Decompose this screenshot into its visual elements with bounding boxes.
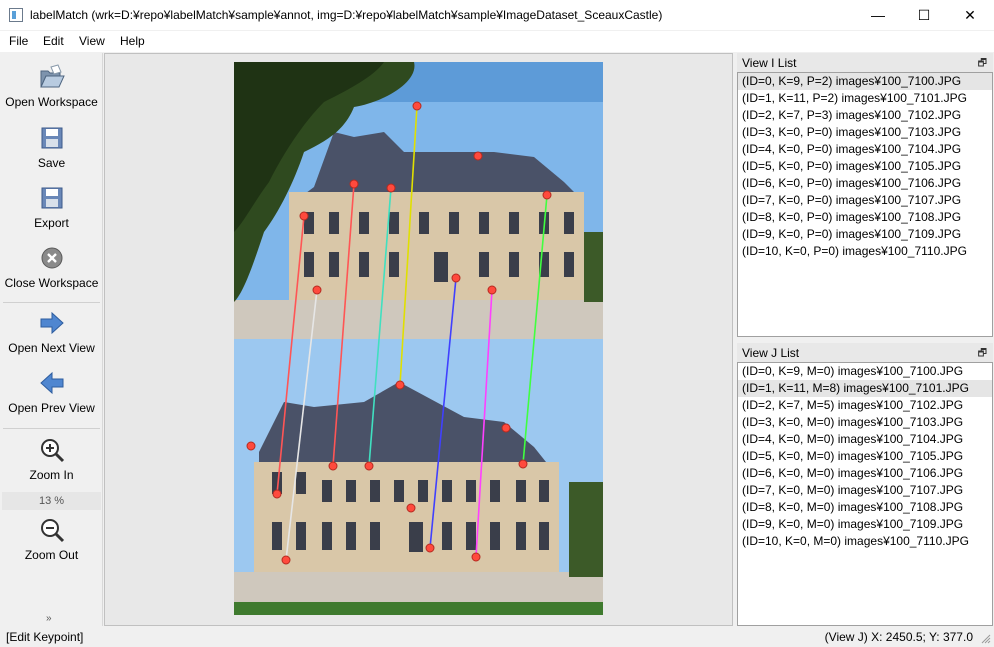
close-workspace-label: Close Workspace xyxy=(4,276,99,290)
list-item[interactable]: (ID=6, K=0, P=0) images¥100_7106.JPG xyxy=(738,175,992,192)
menu-file[interactable]: File xyxy=(9,34,28,48)
app-icon xyxy=(9,8,23,22)
save-button[interactable]: Save xyxy=(0,124,103,170)
status-mode: [Edit Keypoint] xyxy=(6,630,84,644)
view-i-title: View I List 🗗 xyxy=(737,53,993,72)
list-item[interactable]: (ID=3, K=0, M=0) images¥100_7103.JPG xyxy=(738,414,992,431)
maximize-button[interactable]: ☐ xyxy=(901,0,947,31)
save-label: Save xyxy=(37,156,66,170)
list-item[interactable]: (ID=2, K=7, P=3) images¥100_7102.JPG xyxy=(738,107,992,124)
list-item[interactable]: (ID=1, K=11, M=8) images¥100_7101.JPG xyxy=(738,380,992,397)
list-item[interactable]: (ID=8, K=0, M=0) images¥100_7108.JPG xyxy=(738,499,992,516)
title-bar: labelMatch (wrk=D:¥repo¥labelMatch¥sampl… xyxy=(0,0,994,31)
zoom-out-label: Zoom Out xyxy=(24,548,79,562)
open-next-view-button[interactable]: Open Next View xyxy=(0,309,103,355)
minimize-button[interactable]: — xyxy=(855,0,901,31)
list-item[interactable]: (ID=9, K=0, P=0) images¥100_7109.JPG xyxy=(738,226,992,243)
float-dock-icon[interactable]: 🗗 xyxy=(978,56,987,73)
open-workspace-label: Open Workspace xyxy=(5,95,98,109)
open-next-view-label: Open Next View xyxy=(8,341,95,355)
magnifier-minus-icon xyxy=(40,519,64,543)
arrow-right-icon xyxy=(40,311,64,335)
open-prev-view-button[interactable]: Open Prev View xyxy=(0,369,103,415)
view-j-list[interactable]: (ID=0, K=9, M=0) images¥100_7100.JPG (ID=… xyxy=(737,362,993,626)
circle-close-icon xyxy=(41,247,62,269)
folder-open-icon xyxy=(39,64,65,88)
zoom-out-button[interactable]: Zoom Out xyxy=(0,516,103,562)
view-j-title: View J List 🗗 xyxy=(737,343,993,362)
list-item[interactable]: (ID=5, K=0, P=0) images¥100_7105.JPG xyxy=(738,158,992,175)
main-toolbar: Open Workspace Save Export Close Workspa… xyxy=(0,53,103,626)
menu-view[interactable]: View xyxy=(79,34,105,48)
open-workspace-button[interactable]: Open Workspace xyxy=(0,63,103,109)
view-i-title-label: View I List xyxy=(742,56,797,70)
list-item[interactable]: (ID=4, K=0, P=0) images¥100_7104.JPG xyxy=(738,141,992,158)
close-button[interactable]: ✕ xyxy=(947,0,993,31)
floppy-disk-icon xyxy=(41,187,62,209)
zoom-in-button[interactable]: Zoom In xyxy=(0,436,103,482)
list-item[interactable]: (ID=6, K=0, M=0) images¥100_7106.JPG xyxy=(738,465,992,482)
toolbar-overflow-chevron[interactable]: » xyxy=(46,613,52,624)
image-pair-view[interactable] xyxy=(234,62,603,615)
arrow-left-icon xyxy=(39,371,63,395)
zoom-in-label: Zoom In xyxy=(29,468,74,482)
float-dock-icon[interactable]: 🗗 xyxy=(978,346,987,363)
view-i-list[interactable]: (ID=0, K=9, P=2) images¥100_7100.JPG (ID=… xyxy=(737,72,993,337)
view-j-title-label: View J List xyxy=(742,346,800,360)
list-item[interactable]: (ID=0, K=9, M=0) images¥100_7100.JPG xyxy=(738,363,992,380)
menu-edit[interactable]: Edit xyxy=(43,34,64,48)
list-item[interactable]: (ID=8, K=0, P=0) images¥100_7108.JPG xyxy=(738,209,992,226)
list-item[interactable]: (ID=3, K=0, P=0) images¥100_7103.JPG xyxy=(738,124,992,141)
magnifier-plus-icon xyxy=(40,439,64,463)
zoom-level-readout: 13 % xyxy=(2,492,101,510)
list-item[interactable]: (ID=7, K=0, P=0) images¥100_7107.JPG xyxy=(738,192,992,209)
list-item[interactable]: (ID=10, K=0, P=0) images¥100_7110.JPG xyxy=(738,243,992,260)
list-item[interactable]: (ID=10, K=0, M=0) images¥100_7110.JPG xyxy=(738,533,992,550)
toolbar-separator xyxy=(3,428,100,429)
view-i-dock: View I List 🗗 (ID=0, K=9, P=2) images¥10… xyxy=(737,53,993,337)
list-item[interactable]: (ID=2, K=7, M=5) images¥100_7102.JPG xyxy=(738,397,992,414)
status-bar: [Edit Keypoint] (View J) X: 2450.5; Y: 3… xyxy=(0,627,994,647)
menu-bar: File Edit View Help xyxy=(0,31,994,52)
list-item[interactable]: (ID=4, K=0, M=0) images¥100_7104.JPG xyxy=(738,431,992,448)
floppy-disk-icon xyxy=(41,127,62,149)
toolbar-separator xyxy=(3,302,100,303)
view-j-dock: View J List 🗗 (ID=0, K=9, M=0) images¥10… xyxy=(737,343,993,626)
menu-help[interactable]: Help xyxy=(120,34,145,48)
export-button[interactable]: Export xyxy=(0,184,103,230)
close-workspace-button[interactable]: Close Workspace xyxy=(0,244,103,290)
open-prev-view-label: Open Prev View xyxy=(8,401,95,415)
window-title: labelMatch (wrk=D:¥repo¥labelMatch¥sampl… xyxy=(30,8,663,22)
list-item[interactable]: (ID=1, K=11, P=2) images¥100_7101.JPG xyxy=(738,90,992,107)
status-coordinates: (View J) X: 2450.5; Y: 377.0 xyxy=(824,630,973,644)
view-j-image xyxy=(234,339,603,615)
list-item[interactable]: (ID=0, K=9, P=2) images¥100_7100.JPG xyxy=(738,73,992,90)
list-item[interactable]: (ID=9, K=0, M=0) images¥100_7109.JPG xyxy=(738,516,992,533)
resize-grip-icon[interactable] xyxy=(981,634,991,644)
list-item[interactable]: (ID=5, K=0, M=0) images¥100_7105.JPG xyxy=(738,448,992,465)
list-item[interactable]: (ID=7, K=0, M=0) images¥100_7107.JPG xyxy=(738,482,992,499)
export-label: Export xyxy=(34,216,69,230)
